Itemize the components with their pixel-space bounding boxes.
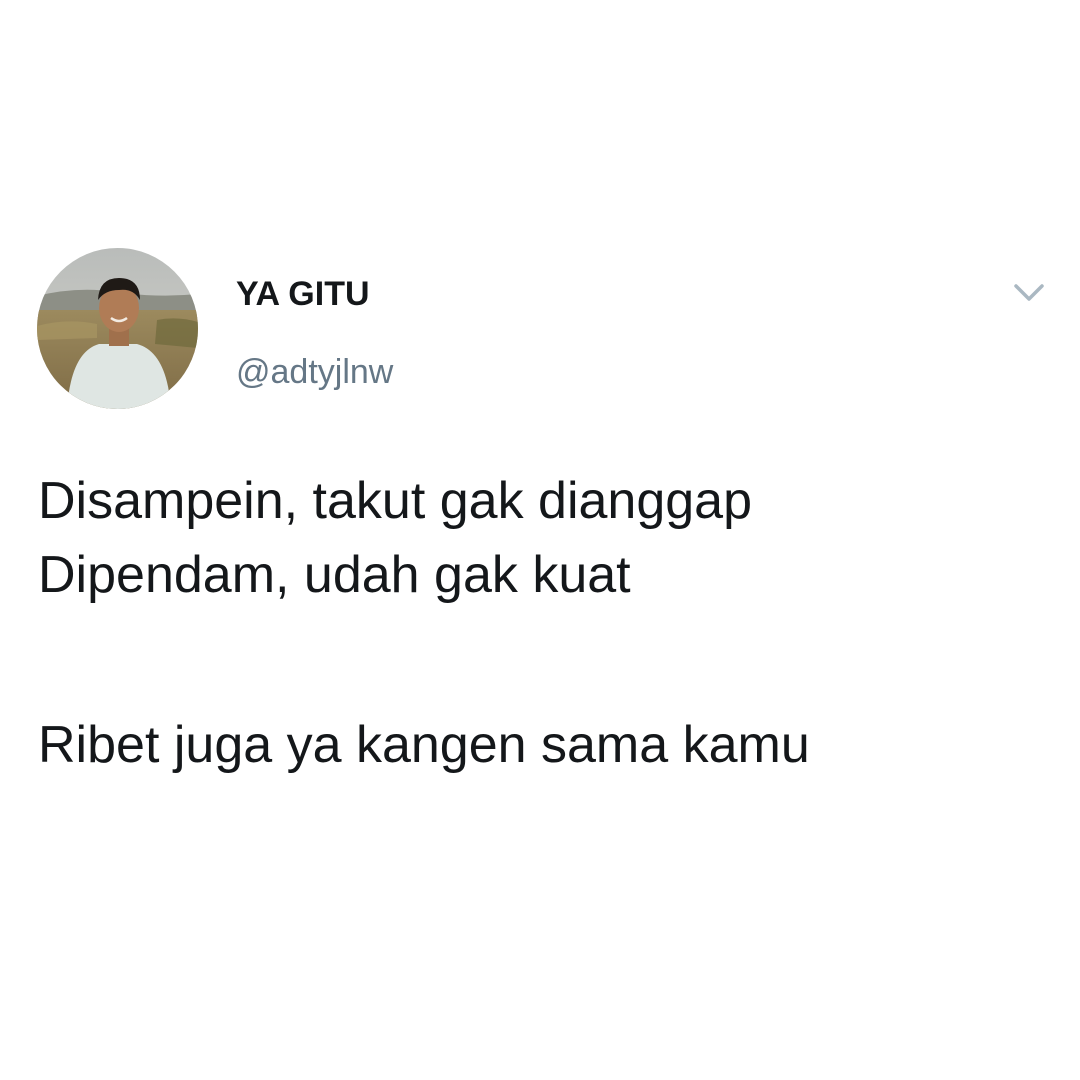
chevron-down-icon [1014, 284, 1044, 301]
tweet-card: YA GITU @adtyjlnw Disampein, takut gak d… [0, 0, 1080, 1080]
tweet-text-line: Ribet juga ya kangen sama kamu [38, 716, 810, 774]
author-avatar[interactable] [37, 248, 198, 409]
avatar-photo [37, 248, 198, 409]
author-handle[interactable]: @adtyjlnw [236, 350, 393, 394]
tweet-text-line: Dipendam, udah gak kuat [38, 546, 631, 604]
author-display-name[interactable]: YA GITU [236, 272, 370, 316]
tweet-menu-button[interactable] [1006, 276, 1052, 310]
tweet-text: Disampein, takut gak dianggap Dipendam, … [38, 464, 1048, 782]
tweet-text-line: Disampein, takut gak dianggap [38, 472, 753, 530]
